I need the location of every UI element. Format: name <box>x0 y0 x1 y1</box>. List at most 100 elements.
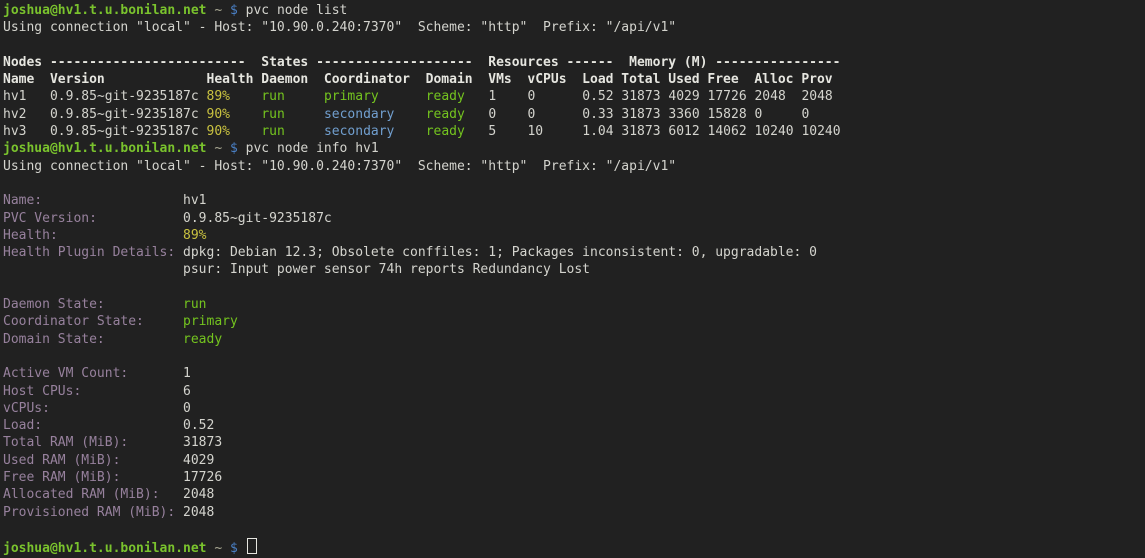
spacer <box>700 89 708 104</box>
cell-health: 89% <box>207 89 230 104</box>
info-value: hv1 <box>183 193 206 208</box>
info-label: Used RAM (MiB): <box>3 453 120 468</box>
spacer <box>230 89 261 104</box>
spacer <box>496 107 527 122</box>
info-label: Coordinator State: <box>3 314 144 329</box>
info-label: Health: <box>3 228 58 243</box>
info-value: run <box>183 297 206 312</box>
info-label: PVC Version: <box>3 211 97 226</box>
node-row-hv3: hv3 0.9.85~git-9235187c 90% run secondar… <box>3 123 1145 140</box>
command-text: pvc node info hv1 <box>238 141 379 156</box>
cell-name: hv1 <box>3 89 26 104</box>
blank-line <box>3 37 1145 54</box>
connection-text: Using connection "local" - Host: "10.90.… <box>3 159 676 174</box>
spacer <box>120 470 183 485</box>
terminal-screen[interactable]: joshua@hv1.t.u.bonilan.net ~ $ pvc node … <box>0 0 1145 555</box>
cell-daemon: run <box>261 89 284 104</box>
info-value: primary <box>183 314 238 329</box>
spacer <box>222 141 230 156</box>
prompt-cwd: ~ <box>214 141 222 156</box>
blank-space <box>3 280 11 295</box>
spacer <box>465 89 488 104</box>
cell-version: 0.9.85~git-9235187c <box>50 89 199 104</box>
prompt-line: joshua@hv1.t.u.bonilan.net ~ $ pvc node … <box>3 2 1145 19</box>
prompt-cwd: ~ <box>214 541 222 556</box>
spacer <box>700 107 708 122</box>
info-line: Free RAM (MiB): 17726 <box>3 469 1145 486</box>
info-label: Total RAM (MiB): <box>3 435 128 450</box>
info-label: Health Plugin Details: <box>3 245 175 260</box>
spacer <box>230 124 261 139</box>
spacer <box>81 384 183 399</box>
info-value: 2048 <box>183 505 214 520</box>
spacer <box>394 107 425 122</box>
info-value: 1 <box>183 366 191 381</box>
table-group-header-line: Nodes ------------------------- States -… <box>3 54 1145 71</box>
spacer <box>26 124 49 139</box>
cell-load: 1.04 <box>582 124 613 139</box>
cell-daemon: run <box>261 107 284 122</box>
cell-vms: 0 <box>488 107 496 122</box>
info-value: 0.9.85~git-9235187c <box>183 211 332 226</box>
info-label: Load: <box>3 418 42 433</box>
spacer <box>465 107 488 122</box>
cell-vms: 1 <box>488 89 496 104</box>
cell-domain: ready <box>426 124 465 139</box>
prompt-symbol: $ <box>230 541 238 556</box>
info-label: Host CPUs: <box>3 384 81 399</box>
cell-load: 0.33 <box>582 107 613 122</box>
cell-coordinator: secondary <box>324 107 394 122</box>
spacer <box>42 193 183 208</box>
prompt-user-host: joshua@hv1.t.u.bonilan.net <box>3 541 207 556</box>
info-label: Allocated RAM (MiB): <box>3 487 160 502</box>
spacer <box>238 541 246 556</box>
info-line: Health: 89% <box>3 227 1145 244</box>
spacer <box>222 3 230 18</box>
info-value: 31873 <box>183 435 222 450</box>
info-label: Active VM Count: <box>3 366 128 381</box>
cell-used: 3360 <box>668 107 699 122</box>
blank-space <box>3 522 11 537</box>
prompt-cwd: ~ <box>214 3 222 18</box>
info-line: Health Plugin Details: dpkg: Debian 12.3… <box>3 244 1145 261</box>
terminal-cursor <box>247 538 257 554</box>
info-line: Daemon State: run <box>3 296 1145 313</box>
info-label: vCPUs: <box>3 401 50 416</box>
spacer <box>285 89 324 104</box>
spacer <box>285 124 324 139</box>
cell-vms: 5 <box>488 124 496 139</box>
command-text: pvc node list <box>238 3 348 18</box>
spacer <box>535 89 582 104</box>
cell-coordinator: secondary <box>324 124 394 139</box>
spacer <box>97 211 183 226</box>
info-label: Daemon State: <box>3 297 105 312</box>
cell-total: 31873 <box>621 89 660 104</box>
prompt-line: joshua@hv1.t.u.bonilan.net ~ $ pvc node … <box>3 140 1145 157</box>
spacer <box>762 107 801 122</box>
cell-prov: 10240 <box>801 124 840 139</box>
spacer <box>535 107 582 122</box>
info-line: Allocated RAM (MiB): 2048 <box>3 486 1145 503</box>
info-label: Domain State: <box>3 332 105 347</box>
cell-total: 31873 <box>621 107 660 122</box>
spacer <box>543 124 582 139</box>
blank-space <box>3 176 11 191</box>
cell-load: 0.52 <box>582 89 613 104</box>
info-value: 2048 <box>183 487 214 502</box>
info-value: 6 <box>183 384 191 399</box>
cell-free: 15828 <box>708 107 747 122</box>
cell-alloc: 10240 <box>754 124 793 139</box>
node-row-hv2: hv2 0.9.85~git-9235187c 90% run secondar… <box>3 106 1145 123</box>
info-value: 17726 <box>183 470 222 485</box>
info-line: Name: hv1 <box>3 192 1145 209</box>
cell-name: hv3 <box>3 124 26 139</box>
spacer <box>128 366 183 381</box>
info-value: ready <box>183 332 222 347</box>
blank-line <box>3 348 1145 365</box>
spacer <box>199 124 207 139</box>
node-row-hv1: hv1 0.9.85~git-9235187c 89% run primary … <box>3 88 1145 105</box>
info-value: 0 <box>183 401 191 416</box>
cell-version: 0.9.85~git-9235187c <box>50 107 199 122</box>
spacer <box>105 297 183 312</box>
spacer <box>128 435 183 450</box>
